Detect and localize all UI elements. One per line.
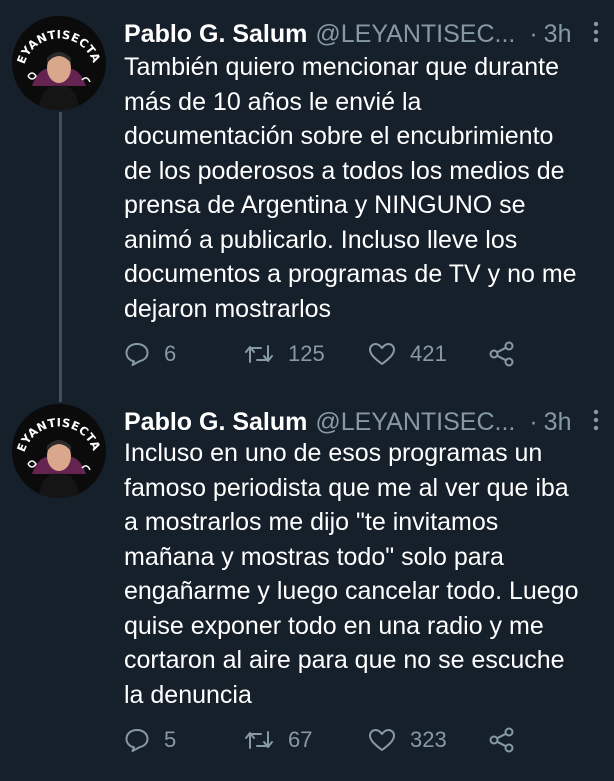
tweet-text-line: cortaron al aire para que no se escuche [124,646,565,674]
separator-dot: · [529,407,538,436]
tweet-text: También quiero mencionar que durante más… [124,50,602,326]
more-vertical-icon[interactable] [592,408,600,439]
reply-count: 5 [164,727,177,752]
tweet-text-line: Incluso en uno de esos programas un [124,439,543,467]
tweet-text-line: animó a publicarlo. Incluso lleve los [124,225,518,254]
tweet-header: Pablo G. Salum @LEYANTISEC... · 3h [124,14,600,54]
retweet-button[interactable]: 67 [244,727,368,753]
like-count: 323 [410,727,447,752]
tweet-timestamp[interactable]: 3h [544,408,572,437]
tweet-text-line: famoso periodista que me al ver que iba [124,473,569,502]
reply-icon [124,728,150,752]
author-handle[interactable]: @LEYANTISEC... [315,20,515,49]
reply-button[interactable]: 6 [124,341,244,367]
like-count: 421 [410,341,447,366]
reply-button[interactable]: 5 [124,727,244,753]
tweet-text-line: engañarme y luego cancelar todo. Luego [124,577,579,605]
share-button[interactable] [488,727,516,753]
more-vertical-icon[interactable] [592,20,600,51]
separator-dot: · [529,19,538,48]
tweet-text-line: de los poderosos a todos los medios de [124,156,565,185]
tweet-text: Incluso en uno de esos programas un famo… [124,436,602,712]
tweet-timestamp[interactable]: 3h [544,20,572,49]
author-name[interactable]: Pablo G. Salum [124,20,307,49]
tweet-text-line: documentación sobre el encubrimiento [124,122,554,150]
tweet-text-line: documentos a programas de TV y no me [124,260,577,288]
retweet-count: 125 [288,341,325,366]
tweet-text-line: quise exponer todo en una radio y me [124,611,544,640]
reply-icon [124,342,150,366]
avatar[interactable]: LEYANTISECTAS [12,16,106,110]
avatar-logo-image: LEYANTISECTAS [12,404,106,498]
retweet-icon [244,342,274,366]
heart-icon [368,342,396,366]
tweet-text-line: más de 10 años le envié la [124,87,422,116]
like-button[interactable]: 421 [368,341,488,367]
tweet-text-line: También quiero mencionar que durante [124,53,559,81]
tweet-text-line: mañana y mostras todo" solo para [124,542,504,571]
tweet-text-line: la denuncia [124,680,252,709]
share-icon [488,727,516,753]
tweet[interactable]: LEYANTISECTAS Pablo G. Salum @LEYANTISEC… [0,390,614,781]
tweet-actions: 6 125 421 [124,334,600,374]
avatar-logo-image: LEYANTISECTAS [12,16,106,110]
author-name[interactable]: Pablo G. Salum [124,408,307,437]
tweet-actions: 5 67 323 [124,720,600,760]
heart-icon [368,728,396,752]
tweet-text-line: dejaron mostrarlos [124,294,332,323]
share-button[interactable] [488,341,516,367]
share-icon [488,341,516,367]
reply-count: 6 [164,341,177,366]
avatar[interactable]: LEYANTISECTAS [12,404,106,498]
author-handle[interactable]: @LEYANTISEC... [315,408,515,437]
tweet-text-line: a mostrarlos me dijo "te invitamos [124,508,499,536]
like-button[interactable]: 323 [368,727,488,753]
tweet[interactable]: LEYANTISECTAS Pablo G. Salum @LEYANTISEC… [0,0,614,390]
retweet-icon [244,728,274,752]
tweet-text-line: prensa de Argentina y NINGUNO se [124,191,526,219]
retweet-button[interactable]: 125 [244,341,368,367]
retweet-count: 67 [288,727,313,752]
